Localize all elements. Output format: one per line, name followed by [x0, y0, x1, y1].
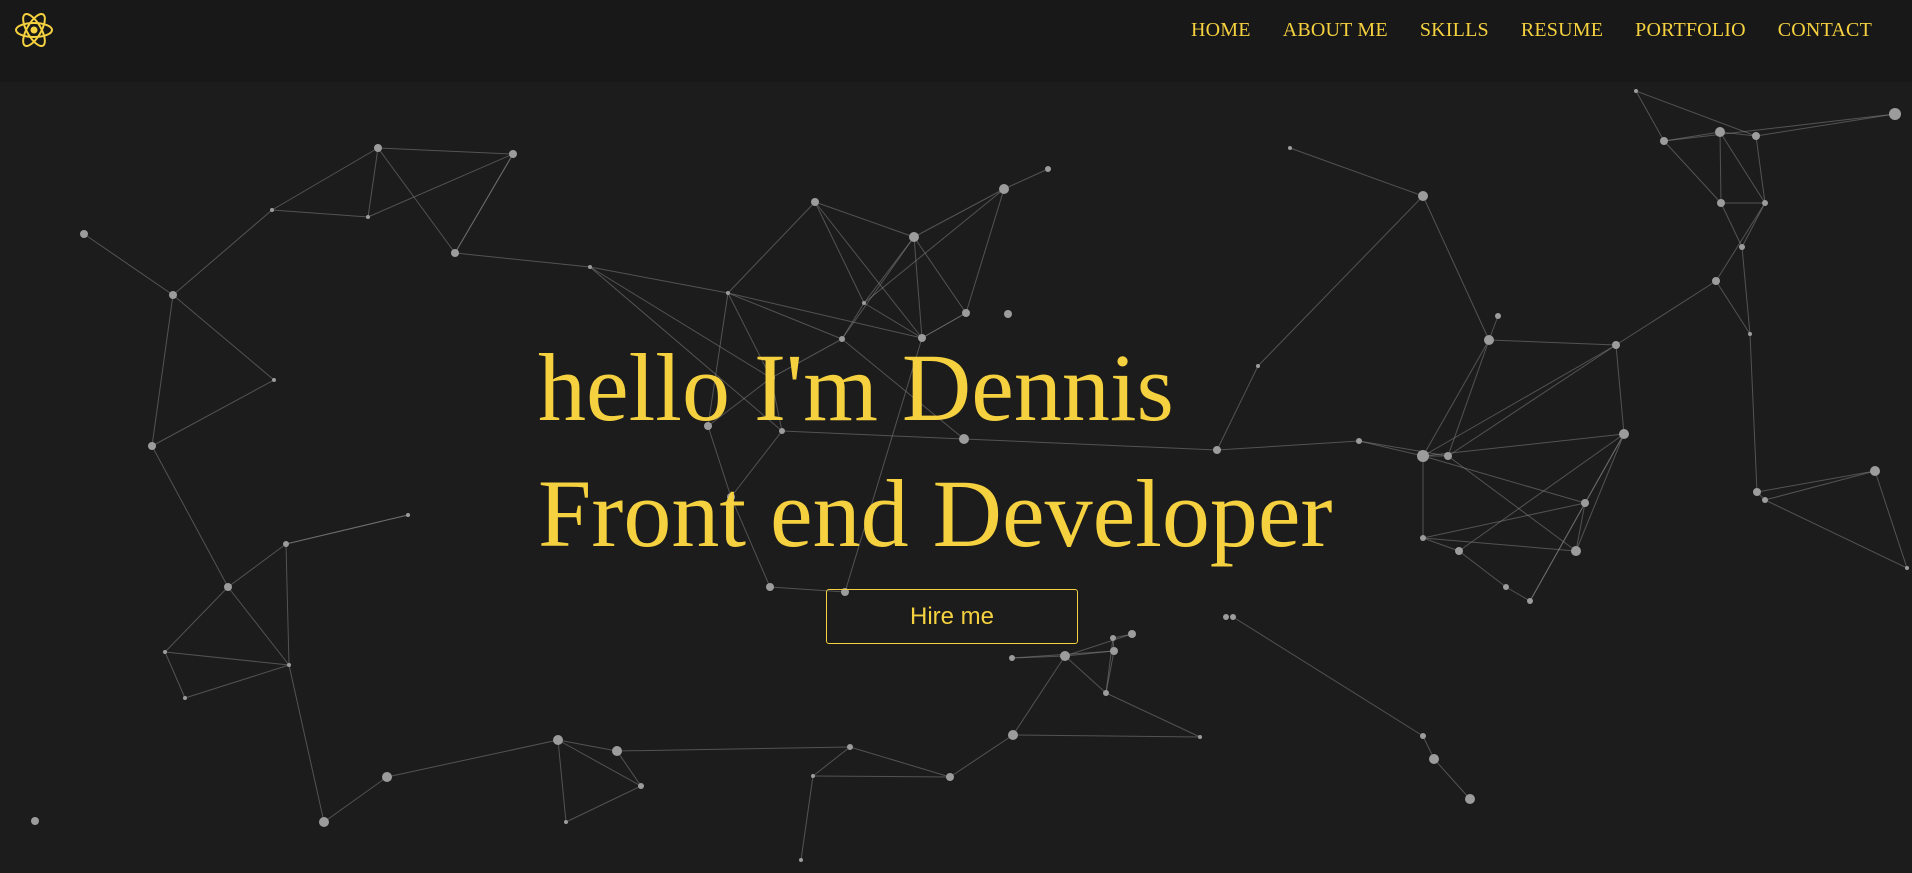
- nav-item-skills: SKILLS: [1420, 19, 1489, 42]
- nav-link-skills[interactable]: SKILLS: [1420, 19, 1489, 41]
- nav-link-portfolio[interactable]: PORTFOLIO: [1635, 19, 1746, 41]
- nav-item-home: HOME: [1191, 19, 1251, 42]
- hero-section: hello I'm Dennis Front end Developer: [538, 325, 1332, 577]
- navbar: HOME ABOUT ME SKILLS RESUME PORTFOLIO CO…: [0, 0, 1912, 82]
- hero-role: Front end Developer: [538, 460, 1333, 567]
- react-atom-icon[interactable]: [14, 10, 54, 50]
- nav-item-about: ABOUT ME: [1283, 19, 1388, 42]
- nav-item-portfolio: PORTFOLIO: [1635, 19, 1746, 42]
- nav-item-resume: RESUME: [1521, 19, 1603, 42]
- nav-link-home[interactable]: HOME: [1191, 19, 1251, 41]
- nav-link-about-me[interactable]: ABOUT ME: [1283, 19, 1388, 41]
- nav-item-contact: CONTACT: [1778, 19, 1872, 42]
- nav-links: HOME ABOUT ME SKILLS RESUME PORTFOLIO CO…: [1191, 19, 1872, 42]
- nav-link-contact[interactable]: CONTACT: [1778, 19, 1872, 41]
- hero-greeting: hello I'm Dennis: [538, 334, 1174, 441]
- hire-me-button[interactable]: Hire me: [826, 589, 1078, 644]
- nav-link-resume[interactable]: RESUME: [1521, 19, 1603, 41]
